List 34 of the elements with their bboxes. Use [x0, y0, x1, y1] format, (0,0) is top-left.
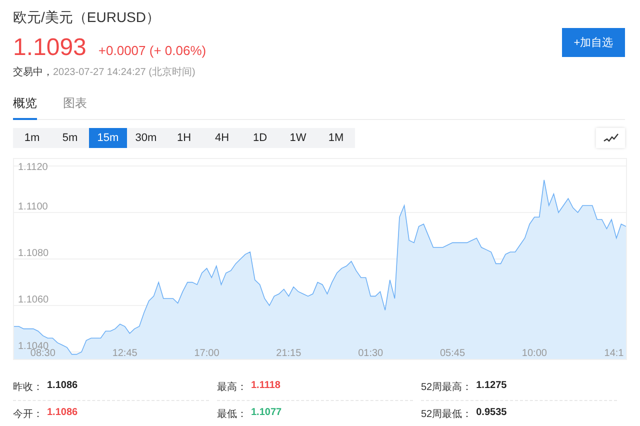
price-change: +0.0007 (+ 0.06%)	[98, 43, 206, 58]
stat-label: 52周最低：	[421, 408, 472, 421]
timestamp: 2023-07-27 14:24:27 (北京时间)	[53, 67, 196, 78]
x-axis-label: 05:45	[440, 348, 466, 359]
stat-value: 1.1077	[251, 407, 282, 420]
stat-label: 昨收：	[13, 381, 43, 394]
stat-label: 最高：	[217, 380, 247, 394]
x-axis-label: 14:1	[604, 348, 624, 359]
x-axis-label: 12:45	[112, 348, 138, 359]
x-axis-label: 01:30	[358, 348, 384, 359]
y-axis-label: 1.1080	[18, 248, 49, 259]
y-axis-label: 1.1060	[18, 294, 49, 306]
page-title: 欧元/美元（EURUSD）	[13, 8, 162, 27]
tab[interactable]: 概览	[13, 93, 37, 120]
stat-value: 1.1118	[251, 380, 280, 393]
add-to-watchlist-button[interactable]: +加自选	[562, 28, 625, 57]
tab[interactable]: 图表	[63, 93, 87, 119]
stat-value: 1.1086	[47, 380, 78, 393]
chart-type-button[interactable]	[596, 128, 625, 148]
stat-label: 最低：	[217, 408, 247, 421]
x-axis-label: 10:00	[522, 348, 547, 359]
stat-value: 1.1275	[476, 380, 507, 393]
interval-button[interactable]: 15m	[89, 128, 127, 148]
x-axis-label: 17:00	[194, 348, 220, 359]
stat-label: 今开：	[13, 408, 43, 421]
stat-label: 52周最高：	[421, 380, 472, 394]
line-chart-icon	[602, 133, 618, 143]
trading-status: 交易中，	[13, 67, 53, 78]
y-axis-label: 1.1120	[18, 162, 48, 173]
x-axis-label: 21:15	[276, 348, 302, 359]
stat-value: 1.1086	[47, 407, 78, 420]
price: 1.1093	[13, 34, 86, 62]
y-axis-label: 1.1100	[18, 202, 48, 212]
stat-value: 0.9535	[476, 407, 507, 420]
